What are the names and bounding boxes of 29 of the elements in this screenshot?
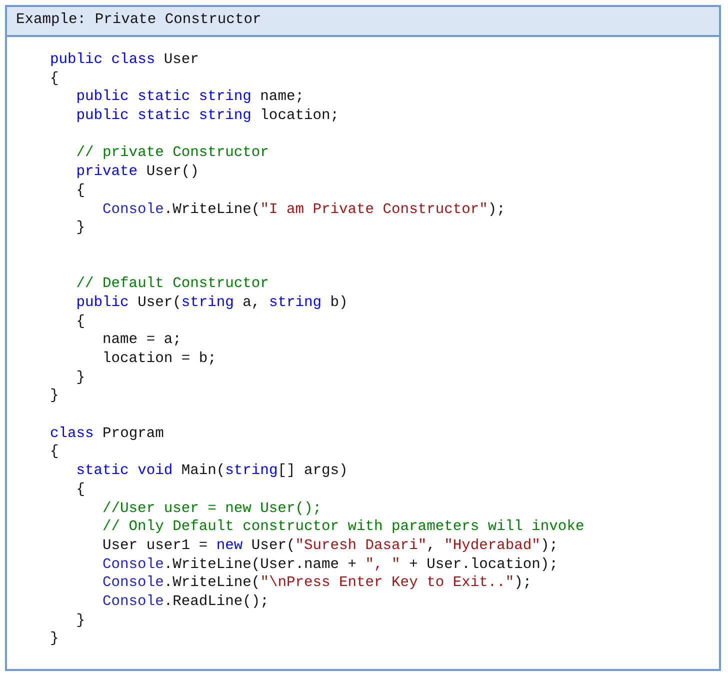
code-line: // Only Default constructor with parameters will invoke xyxy=(102,518,584,537)
code-line: } xyxy=(50,630,59,649)
code-line: Console.WriteLine(User.name + ", " + User.location); xyxy=(102,556,558,574)
code-line: { xyxy=(50,443,59,462)
code-line: } xyxy=(76,219,86,238)
code-line: // Default Constructor xyxy=(76,275,269,294)
code-line: Console.ReadLine(); xyxy=(102,592,269,612)
code-line: public static string name; xyxy=(76,88,304,108)
code-line: public User(string a, string b) xyxy=(76,294,348,313)
code-line: { xyxy=(76,480,86,500)
code-line: } xyxy=(50,387,59,406)
code-line: } xyxy=(76,612,86,630)
code-line: } xyxy=(76,368,86,388)
code-line: static void Main(string[] args) xyxy=(76,462,348,481)
code-line: class Program xyxy=(50,424,164,444)
code-line: Console.WriteLine("I am Private Constructor"); xyxy=(102,200,506,220)
code-line: private User() xyxy=(76,163,199,182)
code-line: //User user = new User(); xyxy=(102,500,322,518)
example-title: Example: Private Constructor xyxy=(7,7,719,37)
code-line: { xyxy=(76,312,86,332)
code-line: name = a; xyxy=(102,331,182,350)
code-line: location = b; xyxy=(102,350,216,369)
code-line: { xyxy=(76,182,86,200)
code-line: // private Constructor xyxy=(76,144,269,164)
code-line: User user1 = new User("Suresh Dasari", "Hyderabad"); xyxy=(102,536,558,556)
code-line: Console.WriteLine("\nPress Enter Key to Exit.."); xyxy=(102,574,532,593)
code-line: public static string location; xyxy=(76,107,339,126)
code-line: public class User xyxy=(50,51,199,70)
code-line: { xyxy=(50,70,59,88)
